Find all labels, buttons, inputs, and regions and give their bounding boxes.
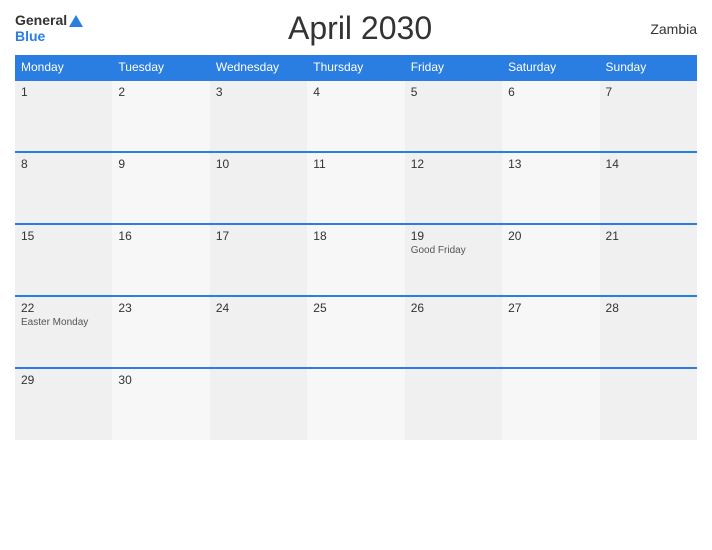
calendar-day-cell: 12 (405, 152, 502, 224)
day-number: 24 (216, 301, 301, 315)
day-number: 8 (21, 157, 106, 171)
calendar-title: April 2030 (83, 10, 637, 47)
calendar-day-cell (210, 368, 307, 440)
day-number: 16 (118, 229, 203, 243)
col-header-wednesday: Wednesday (210, 55, 307, 80)
calendar-day-cell: 5 (405, 80, 502, 152)
day-number: 28 (606, 301, 691, 315)
calendar-day-cell: 19 Good Friday (405, 224, 502, 296)
day-number: 15 (21, 229, 106, 243)
calendar-day-cell: 23 (112, 296, 209, 368)
calendar-day-cell: 14 (600, 152, 697, 224)
calendar-day-cell: 18 (307, 224, 404, 296)
calendar-day-cell: 6 (502, 80, 599, 152)
holiday-label: Good Friday (411, 245, 496, 256)
day-number: 10 (216, 157, 301, 171)
calendar-day-cell (307, 368, 404, 440)
calendar-day-cell (600, 368, 697, 440)
day-number: 19 (411, 229, 496, 243)
calendar-day-cell: 25 (307, 296, 404, 368)
calendar-day-cell: 27 (502, 296, 599, 368)
calendar-day-cell: 13 (502, 152, 599, 224)
calendar-header-row: MondayTuesdayWednesdayThursdayFridaySatu… (15, 55, 697, 80)
day-number: 6 (508, 85, 593, 99)
logo-triangle-icon (69, 15, 83, 27)
calendar-day-cell: 8 (15, 152, 112, 224)
day-number: 29 (21, 373, 106, 387)
col-header-sunday: Sunday (600, 55, 697, 80)
day-number: 23 (118, 301, 203, 315)
calendar-day-cell: 3 (210, 80, 307, 152)
col-header-thursday: Thursday (307, 55, 404, 80)
calendar-day-cell: 29 (15, 368, 112, 440)
day-number: 25 (313, 301, 398, 315)
day-number: 27 (508, 301, 593, 315)
day-number: 22 (21, 301, 106, 315)
col-header-monday: Monday (15, 55, 112, 80)
country-label: Zambia (637, 21, 697, 37)
calendar-day-cell: 17 (210, 224, 307, 296)
calendar-day-cell: 10 (210, 152, 307, 224)
day-number: 2 (118, 85, 203, 99)
day-number: 17 (216, 229, 301, 243)
page: General Blue April 2030 Zambia MondayTue… (0, 0, 712, 550)
holiday-label: Easter Monday (21, 317, 106, 328)
calendar-week-row: 89 10 11 12 13 14 (15, 152, 697, 224)
calendar-table: MondayTuesdayWednesdayThursdayFridaySatu… (15, 55, 697, 440)
day-number: 14 (606, 157, 691, 171)
calendar-day-cell: 24 (210, 296, 307, 368)
day-number: 30 (118, 373, 203, 387)
calendar-week-row: 15 16 17 18 19 Good Friday 20 21 (15, 224, 697, 296)
calendar-day-cell: 28 (600, 296, 697, 368)
logo-blue-text: Blue (15, 29, 45, 44)
calendar-day-cell (405, 368, 502, 440)
calendar-day-cell: 7 (600, 80, 697, 152)
calendar-week-row: 1234567 (15, 80, 697, 152)
calendar-day-cell: 21 (600, 224, 697, 296)
calendar-day-cell: 16 (112, 224, 209, 296)
calendar-day-cell: 11 (307, 152, 404, 224)
day-number: 11 (313, 157, 398, 171)
day-number: 18 (313, 229, 398, 243)
col-header-friday: Friday (405, 55, 502, 80)
calendar-day-cell (502, 368, 599, 440)
logo-general-text: General (15, 13, 67, 28)
calendar-day-cell: 30 (112, 368, 209, 440)
calendar-week-row: 22 Easter Monday 23 24 25 26 27 28 (15, 296, 697, 368)
day-number: 9 (118, 157, 203, 171)
calendar-day-cell: 15 (15, 224, 112, 296)
day-number: 5 (411, 85, 496, 99)
calendar-day-cell: 9 (112, 152, 209, 224)
calendar-day-cell: 26 (405, 296, 502, 368)
calendar-day-cell: 4 (307, 80, 404, 152)
day-number: 26 (411, 301, 496, 315)
day-number: 1 (21, 85, 106, 99)
calendar-week-row: 29 30 (15, 368, 697, 440)
col-header-saturday: Saturday (502, 55, 599, 80)
calendar-day-cell: 20 (502, 224, 599, 296)
calendar-day-cell: 2 (112, 80, 209, 152)
day-number: 3 (216, 85, 301, 99)
header: General Blue April 2030 Zambia (15, 10, 697, 47)
calendar-day-cell: 1 (15, 80, 112, 152)
day-number: 13 (508, 157, 593, 171)
day-number: 4 (313, 85, 398, 99)
day-number: 21 (606, 229, 691, 243)
logo: General Blue (15, 13, 83, 44)
day-number: 20 (508, 229, 593, 243)
day-number: 7 (606, 85, 691, 99)
day-number: 12 (411, 157, 496, 171)
col-header-tuesday: Tuesday (112, 55, 209, 80)
calendar-day-cell: 22 Easter Monday (15, 296, 112, 368)
